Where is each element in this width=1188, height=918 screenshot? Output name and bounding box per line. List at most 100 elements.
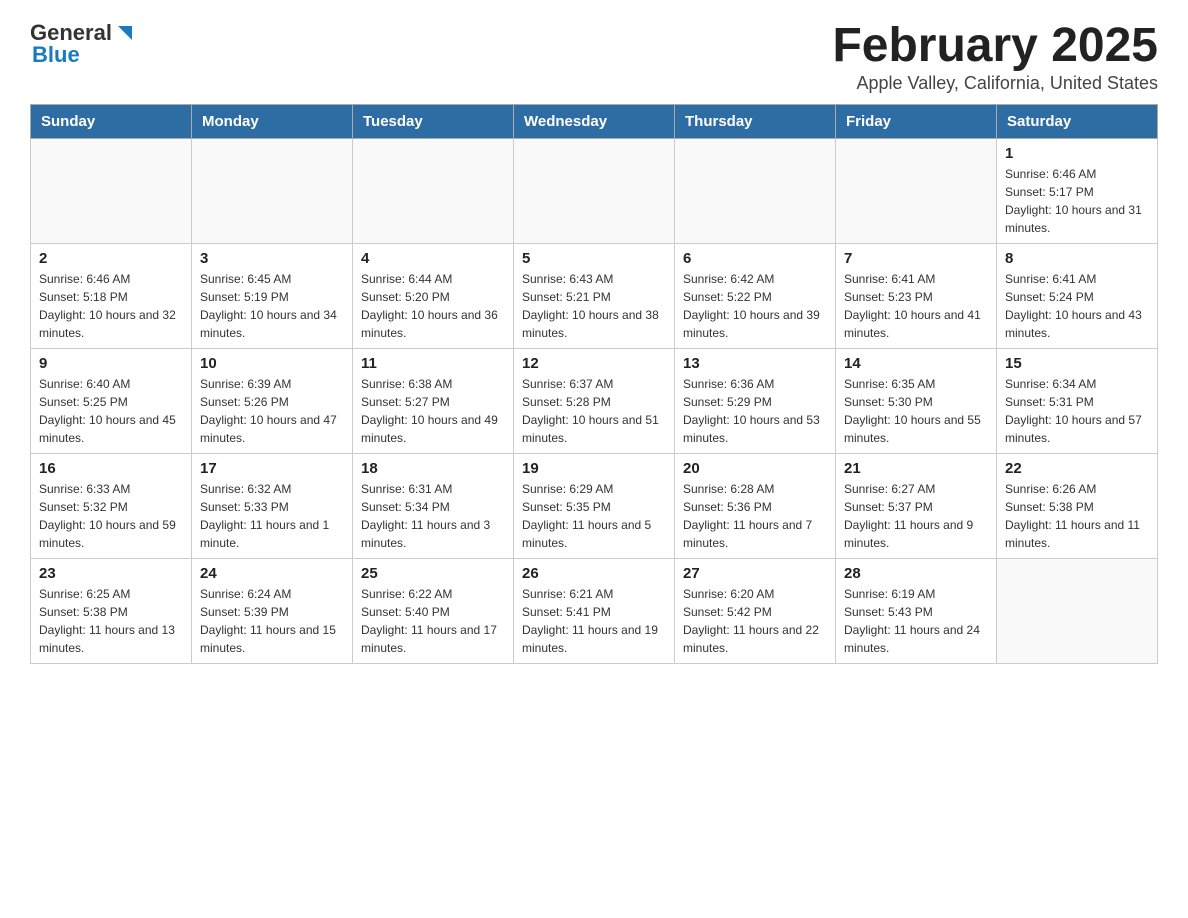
day-number: 5 <box>522 250 666 267</box>
day-info: Sunrise: 6:33 AM Sunset: 5:32 PM Dayligh… <box>39 480 183 552</box>
day-info: Sunrise: 6:29 AM Sunset: 5:35 PM Dayligh… <box>522 480 666 552</box>
calendar-day-cell: 24 Sunrise: 6:24 AM Sunset: 5:39 PM Dayli… <box>192 558 353 663</box>
day-number: 1 <box>1005 145 1149 162</box>
calendar-day-cell: 14Sunrise: 6:35 AM Sunset: 5:30 PM Dayli… <box>836 348 997 453</box>
calendar-day-cell: 27 Sunrise: 6:20 AM Sunset: 5:42 PM Dayli… <box>675 558 836 663</box>
day-number: 22 <box>1005 460 1149 477</box>
calendar-week-row: 9 Sunrise: 6:40 AM Sunset: 5:25 PM Daylig… <box>31 348 1158 453</box>
day-number: 16 <box>39 460 183 477</box>
day-number: 19 <box>522 460 666 477</box>
calendar-day-cell: 15 Sunrise: 6:34 AM Sunset: 5:31 PM Dayli… <box>997 348 1158 453</box>
calendar-day-cell: 6Sunrise: 6:42 AM Sunset: 5:22 PM Daylig… <box>675 243 836 348</box>
day-number: 26 <box>522 565 666 582</box>
day-number: 3 <box>200 250 344 267</box>
calendar-day-cell <box>997 558 1158 663</box>
day-info: Sunrise: 6:36 AM Sunset: 5:29 PM Dayligh… <box>683 375 827 447</box>
day-number: 20 <box>683 460 827 477</box>
day-info: Sunrise: 6:32 AM Sunset: 5:33 PM Dayligh… <box>200 480 344 552</box>
day-number: 7 <box>844 250 988 267</box>
calendar-title: February 2025 <box>832 20 1158 73</box>
day-info: Sunrise: 6:37 AM Sunset: 5:28 PM Dayligh… <box>522 375 666 447</box>
calendar-day-cell: 23 Sunrise: 6:25 AM Sunset: 5:38 PM Dayli… <box>31 558 192 663</box>
calendar-day-cell: 17Sunrise: 6:32 AM Sunset: 5:33 PM Dayli… <box>192 453 353 558</box>
calendar-day-cell: 3 Sunrise: 6:45 AM Sunset: 5:19 PM Daylig… <box>192 243 353 348</box>
calendar-day-cell: 20 Sunrise: 6:28 AM Sunset: 5:36 PM Dayli… <box>675 453 836 558</box>
day-info: Sunrise: 6:46 AM Sunset: 5:17 PM Dayligh… <box>1005 165 1149 237</box>
calendar-week-row: 16 Sunrise: 6:33 AM Sunset: 5:32 PM Dayli… <box>31 453 1158 558</box>
calendar-day-cell: 22 Sunrise: 6:26 AM Sunset: 5:38 PM Dayli… <box>997 453 1158 558</box>
calendar-day-cell: 12 Sunrise: 6:37 AM Sunset: 5:28 PM Dayli… <box>514 348 675 453</box>
day-info: Sunrise: 6:42 AM Sunset: 5:22 PM Dayligh… <box>683 270 827 342</box>
day-info: Sunrise: 6:44 AM Sunset: 5:20 PM Dayligh… <box>361 270 505 342</box>
day-number: 13 <box>683 355 827 372</box>
day-info: Sunrise: 6:41 AM Sunset: 5:23 PM Dayligh… <box>844 270 988 342</box>
calendar-day-cell: 8 Sunrise: 6:41 AM Sunset: 5:24 PM Daylig… <box>997 243 1158 348</box>
calendar-day-cell <box>353 138 514 243</box>
day-info: Sunrise: 6:25 AM Sunset: 5:38 PM Dayligh… <box>39 585 183 657</box>
calendar-day-cell: 26 Sunrise: 6:21 AM Sunset: 5:41 PM Dayli… <box>514 558 675 663</box>
day-info: Sunrise: 6:22 AM Sunset: 5:40 PM Dayligh… <box>361 585 505 657</box>
day-of-week-header: Friday <box>836 104 997 138</box>
day-number: 14 <box>844 355 988 372</box>
day-number: 23 <box>39 565 183 582</box>
calendar-subtitle: Apple Valley, California, United States <box>832 73 1158 94</box>
calendar-day-cell: 7 Sunrise: 6:41 AM Sunset: 5:23 PM Daylig… <box>836 243 997 348</box>
calendar-day-cell: 28Sunrise: 6:19 AM Sunset: 5:43 PM Dayli… <box>836 558 997 663</box>
calendar-day-cell: 10 Sunrise: 6:39 AM Sunset: 5:26 PM Dayli… <box>192 348 353 453</box>
day-info: Sunrise: 6:28 AM Sunset: 5:36 PM Dayligh… <box>683 480 827 552</box>
day-number: 8 <box>1005 250 1149 267</box>
day-number: 10 <box>200 355 344 372</box>
calendar-week-row: 23 Sunrise: 6:25 AM Sunset: 5:38 PM Dayli… <box>31 558 1158 663</box>
day-info: Sunrise: 6:41 AM Sunset: 5:24 PM Dayligh… <box>1005 270 1149 342</box>
calendar-day-cell: 18 Sunrise: 6:31 AM Sunset: 5:34 PM Dayli… <box>353 453 514 558</box>
calendar-day-cell: 25 Sunrise: 6:22 AM Sunset: 5:40 PM Dayli… <box>353 558 514 663</box>
day-of-week-header: Sunday <box>31 104 192 138</box>
day-of-week-header: Monday <box>192 104 353 138</box>
day-number: 4 <box>361 250 505 267</box>
day-number: 21 <box>844 460 988 477</box>
day-number: 12 <box>522 355 666 372</box>
calendar-day-cell <box>31 138 192 243</box>
calendar-title-block: February 2025 Apple Valley, California, … <box>832 20 1158 94</box>
day-of-week-header: Saturday <box>997 104 1158 138</box>
day-info: Sunrise: 6:24 AM Sunset: 5:39 PM Dayligh… <box>200 585 344 657</box>
logo-blue-text: Blue <box>32 42 80 68</box>
calendar-day-cell: 11Sunrise: 6:38 AM Sunset: 5:27 PM Dayli… <box>353 348 514 453</box>
calendar-day-cell: 9 Sunrise: 6:40 AM Sunset: 5:25 PM Daylig… <box>31 348 192 453</box>
day-number: 18 <box>361 460 505 477</box>
calendar-day-cell <box>514 138 675 243</box>
day-number: 25 <box>361 565 505 582</box>
calendar-day-cell <box>675 138 836 243</box>
day-info: Sunrise: 6:31 AM Sunset: 5:34 PM Dayligh… <box>361 480 505 552</box>
day-of-week-header: Wednesday <box>514 104 675 138</box>
day-info: Sunrise: 6:39 AM Sunset: 5:26 PM Dayligh… <box>200 375 344 447</box>
day-number: 2 <box>39 250 183 267</box>
day-info: Sunrise: 6:45 AM Sunset: 5:19 PM Dayligh… <box>200 270 344 342</box>
calendar-week-row: 1 Sunrise: 6:46 AM Sunset: 5:17 PM Daylig… <box>31 138 1158 243</box>
calendar-day-cell: 19 Sunrise: 6:29 AM Sunset: 5:35 PM Dayli… <box>514 453 675 558</box>
day-number: 9 <box>39 355 183 372</box>
calendar-day-cell: 1 Sunrise: 6:46 AM Sunset: 5:17 PM Daylig… <box>997 138 1158 243</box>
day-info: Sunrise: 6:40 AM Sunset: 5:25 PM Dayligh… <box>39 375 183 447</box>
calendar-week-row: 2 Sunrise: 6:46 AM Sunset: 5:18 PM Daylig… <box>31 243 1158 348</box>
calendar-day-cell: 16 Sunrise: 6:33 AM Sunset: 5:32 PM Dayli… <box>31 453 192 558</box>
calendar-day-cell: 2 Sunrise: 6:46 AM Sunset: 5:18 PM Daylig… <box>31 243 192 348</box>
day-info: Sunrise: 6:43 AM Sunset: 5:21 PM Dayligh… <box>522 270 666 342</box>
day-number: 27 <box>683 565 827 582</box>
day-info: Sunrise: 6:26 AM Sunset: 5:38 PM Dayligh… <box>1005 480 1149 552</box>
calendar-day-cell: 5 Sunrise: 6:43 AM Sunset: 5:21 PM Daylig… <box>514 243 675 348</box>
day-info: Sunrise: 6:20 AM Sunset: 5:42 PM Dayligh… <box>683 585 827 657</box>
day-info: Sunrise: 6:21 AM Sunset: 5:41 PM Dayligh… <box>522 585 666 657</box>
logo: General Blue <box>30 20 136 68</box>
day-info: Sunrise: 6:46 AM Sunset: 5:18 PM Dayligh… <box>39 270 183 342</box>
calendar-day-cell <box>192 138 353 243</box>
day-info: Sunrise: 6:19 AM Sunset: 5:43 PM Dayligh… <box>844 585 988 657</box>
day-number: 24 <box>200 565 344 582</box>
calendar-table: SundayMondayTuesdayWednesdayThursdayFrid… <box>30 104 1158 664</box>
day-info: Sunrise: 6:38 AM Sunset: 5:27 PM Dayligh… <box>361 375 505 447</box>
day-number: 15 <box>1005 355 1149 372</box>
calendar-day-cell: 21 Sunrise: 6:27 AM Sunset: 5:37 PM Dayli… <box>836 453 997 558</box>
calendar-day-cell: 13 Sunrise: 6:36 AM Sunset: 5:29 PM Dayli… <box>675 348 836 453</box>
day-info: Sunrise: 6:27 AM Sunset: 5:37 PM Dayligh… <box>844 480 988 552</box>
day-info: Sunrise: 6:34 AM Sunset: 5:31 PM Dayligh… <box>1005 375 1149 447</box>
